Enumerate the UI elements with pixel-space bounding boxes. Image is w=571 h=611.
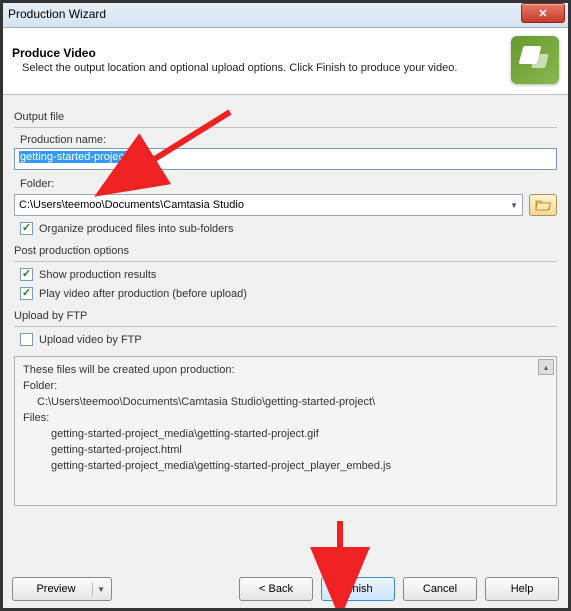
close-icon: ✕ — [538, 7, 547, 20]
organize-checkbox[interactable] — [20, 222, 33, 235]
cancel-button[interactable]: Cancel — [403, 577, 477, 601]
files-folder-path: C:\Users\teemoo\Documents\Camtasia Studi… — [23, 395, 548, 411]
chevron-down-icon: ▼ — [97, 585, 105, 594]
page-description: Select the output location and optional … — [12, 62, 499, 74]
back-button[interactable]: < Back — [239, 577, 313, 601]
files-preview-box: ▴ These files will be created upon produ… — [14, 356, 557, 506]
files-folder-label: Folder: — [23, 379, 548, 395]
finish-button[interactable]: Finish — [321, 577, 395, 601]
group-output-file: Output file — [14, 111, 557, 123]
show-results-checkbox[interactable] — [20, 268, 33, 281]
group-ftp: Upload by FTP — [14, 310, 557, 322]
titlebar: Production Wizard ✕ — [0, 0, 571, 28]
button-bar: Preview ▼ < Back Finish Cancel Help — [0, 571, 571, 611]
chevron-down-icon: ▼ — [510, 201, 518, 210]
production-name-label: Production name: — [20, 134, 557, 146]
separator — [14, 127, 557, 128]
folder-value: C:\Users\teemoo\Documents\Camtasia Studi… — [19, 199, 244, 211]
play-after-label: Play video after production (before uplo… — [39, 288, 247, 300]
file-item: getting-started-project_media\getting-st… — [23, 427, 548, 443]
show-results-label: Show production results — [39, 269, 156, 281]
separator — [14, 261, 557, 262]
folder-open-icon — [535, 198, 551, 212]
help-button[interactable]: Help — [485, 577, 559, 601]
production-name-value: getting-started-project — [19, 151, 128, 163]
files-files-label: Files: — [23, 411, 548, 427]
group-post-production: Post production options — [14, 245, 557, 257]
page-title: Produce Video — [12, 46, 499, 60]
ftp-checkbox[interactable] — [20, 333, 33, 346]
scroll-up-button[interactable]: ▴ — [538, 359, 554, 375]
organize-label: Organize produced files into sub-folders — [39, 223, 233, 235]
header-panel: Produce Video Select the output location… — [0, 28, 571, 95]
folder-dropdown[interactable]: C:\Users\teemoo\Documents\Camtasia Studi… — [14, 194, 523, 216]
play-after-checkbox[interactable] — [20, 287, 33, 300]
file-item: getting-started-project.html — [23, 443, 548, 459]
production-name-input[interactable]: getting-started-project — [14, 148, 557, 170]
preview-button[interactable]: Preview ▼ — [12, 577, 112, 601]
browse-folder-button[interactable] — [529, 194, 557, 216]
camtasia-logo-icon — [511, 36, 559, 84]
files-intro: These files will be created upon product… — [23, 363, 548, 379]
ftp-label: Upload video by FTP — [39, 334, 142, 346]
file-item: getting-started-project_media\getting-st… — [23, 459, 548, 475]
folder-label: Folder: — [20, 178, 557, 190]
preview-label: Preview — [36, 583, 75, 595]
close-button[interactable]: ✕ — [521, 3, 565, 23]
window-title: Production Wizard — [8, 7, 571, 21]
separator — [14, 326, 557, 327]
